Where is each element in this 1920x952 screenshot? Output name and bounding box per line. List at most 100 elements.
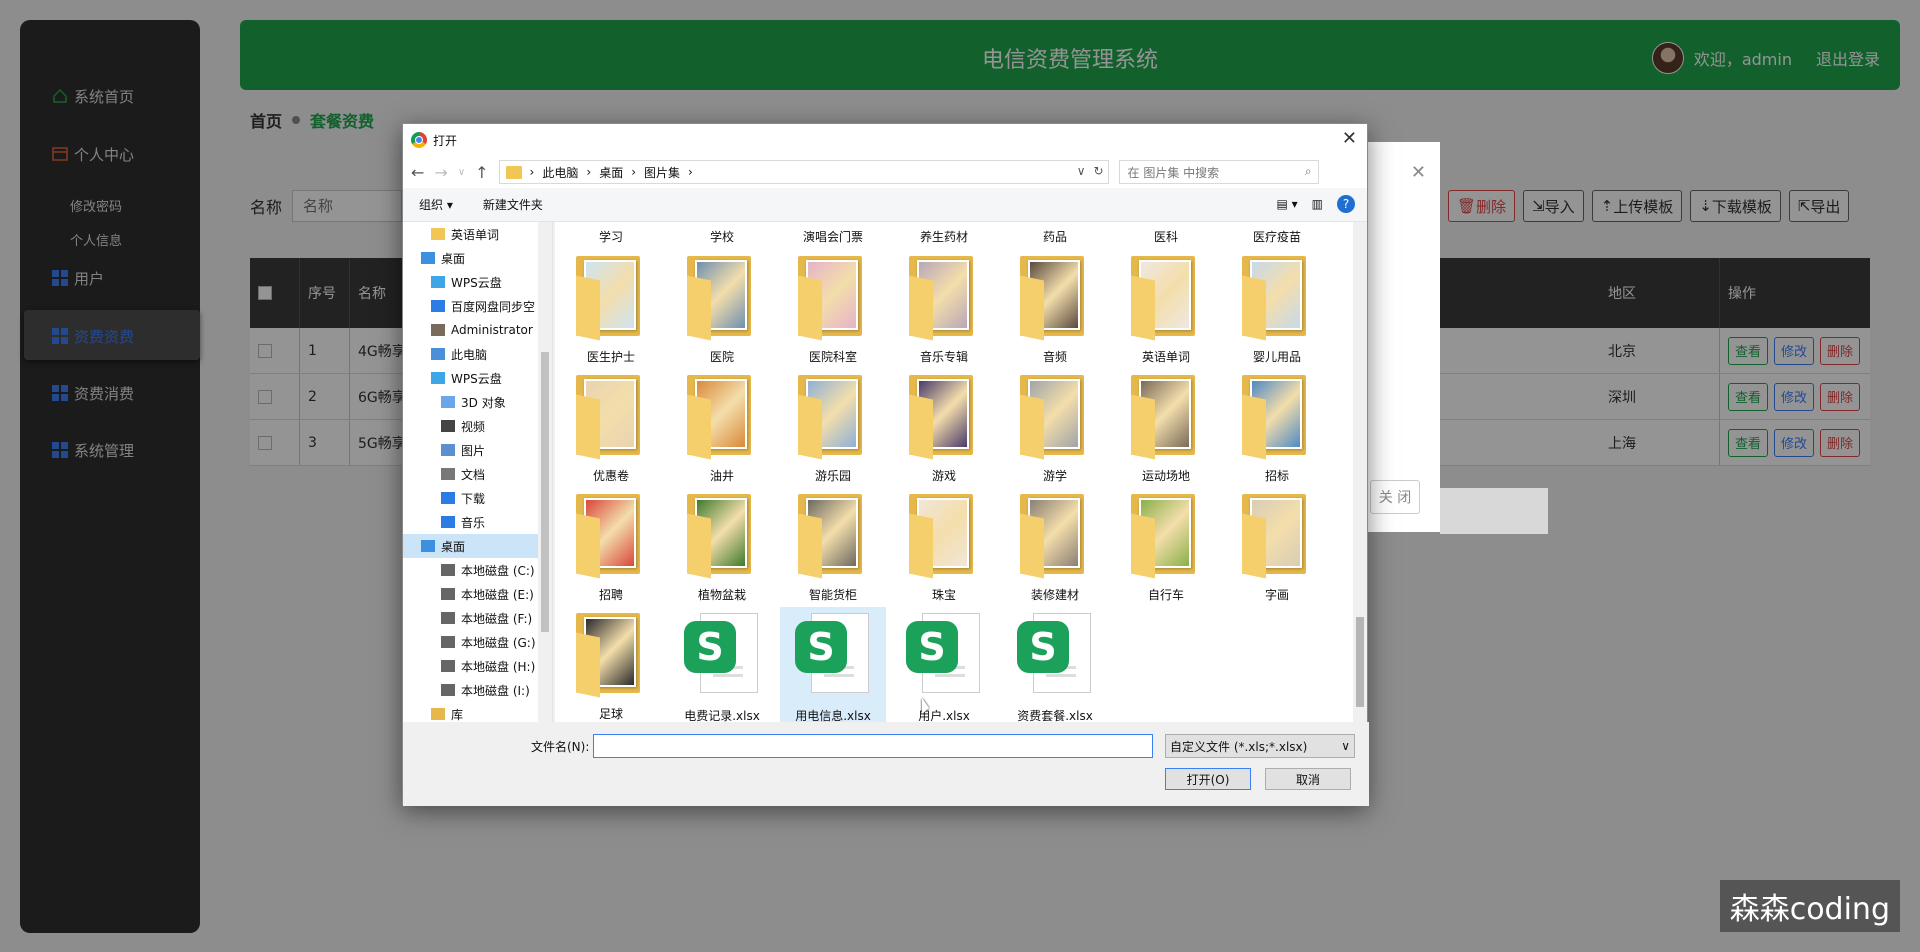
nav-item[interactable]: 桌面 xyxy=(403,534,552,558)
folder-item[interactable]: 游乐园 xyxy=(780,369,886,487)
nav-item[interactable]: 百度网盘同步空 xyxy=(403,294,552,318)
path-segment-desktop[interactable]: 桌面 xyxy=(599,164,623,181)
nav-item[interactable]: 库 xyxy=(403,702,552,722)
folder-label: 音乐专辑 xyxy=(919,350,968,364)
folder-item[interactable]: 珠宝 xyxy=(891,488,997,606)
partial-folder-label[interactable]: 医疗疫苗 xyxy=(1227,228,1327,245)
nav-item-label: 本地磁盘 (F:) xyxy=(461,611,533,626)
xlsx-file-item[interactable]: S 用户.xlsx xyxy=(891,607,997,722)
refresh-icon[interactable]: ↻ xyxy=(1093,164,1103,178)
back-arrow-icon[interactable]: ← xyxy=(411,163,424,182)
folder-label: 招聘 xyxy=(598,588,623,602)
folder-item[interactable]: 游戏 xyxy=(891,369,997,487)
folder-item[interactable]: 音乐专辑 xyxy=(891,250,997,368)
dialog-search-input[interactable]: 在 图片集 中搜索 ⌕ xyxy=(1118,160,1319,184)
folder-label: 自行车 xyxy=(1147,588,1184,602)
new-folder-button[interactable]: 新建文件夹 xyxy=(483,196,543,213)
spreadsheet-icon: S xyxy=(1017,613,1093,697)
forward-arrow-icon[interactable]: → xyxy=(434,163,447,182)
folder-item[interactable]: 招聘 xyxy=(558,488,664,606)
folder-item[interactable]: 医生护士 xyxy=(558,250,664,368)
folder-label: 招标 xyxy=(1264,469,1289,483)
folder-item[interactable]: 足球 xyxy=(558,607,664,722)
nav-item[interactable]: WPS云盘 xyxy=(403,270,552,294)
path-dropdown-icon[interactable]: ∨ xyxy=(1077,164,1086,178)
partial-folder-label[interactable]: 药品 xyxy=(1005,228,1105,245)
nav-item[interactable]: Administrator xyxy=(403,318,552,342)
file-scroll-thumb[interactable] xyxy=(1356,617,1364,707)
folder-item[interactable]: 优惠卷 xyxy=(558,369,664,487)
nav-item[interactable]: WPS云盘 xyxy=(403,366,552,390)
nav-item[interactable]: 本地磁盘 (H:) xyxy=(403,654,552,678)
folder-item[interactable]: 英语单词 xyxy=(1113,250,1219,368)
nav-item[interactable]: 音乐 xyxy=(403,510,552,534)
nav-item[interactable]: 文档 xyxy=(403,462,552,486)
xlsx-file-item[interactable]: S 用电信息.xlsx xyxy=(780,607,886,722)
open-button[interactable]: 打开(O) xyxy=(1165,768,1251,790)
nav-item[interactable]: 3D 对象 xyxy=(403,390,552,414)
nav-item[interactable]: 视频 xyxy=(403,414,552,438)
nav-item-label: 图片 xyxy=(461,443,486,458)
path-box[interactable]: › 此电脑 › 桌面 › 图片集 › ∨ ↻ xyxy=(498,160,1109,184)
cloud-icon xyxy=(431,276,445,288)
modal-close-icon[interactable]: ✕ xyxy=(1411,162,1426,183)
folder-item[interactable]: 装修建材 xyxy=(1002,488,1108,606)
nav-item[interactable]: 下载 xyxy=(403,486,552,510)
folder-icon xyxy=(576,613,646,698)
nav-item[interactable]: 英语单词 xyxy=(403,222,552,246)
nav-item[interactable]: 此电脑 xyxy=(403,342,552,366)
folder-item[interactable]: 运动场地 xyxy=(1113,369,1219,487)
nav-item[interactable]: 本地磁盘 (I:) xyxy=(403,678,552,702)
xlsx-file-item[interactable]: S 电费记录.xlsx xyxy=(669,607,775,722)
path-segment-pc[interactable]: 此电脑 xyxy=(542,164,578,181)
folder-item[interactable]: 油井 xyxy=(669,369,775,487)
user-icon xyxy=(431,324,445,336)
folder-item[interactable]: 招标 xyxy=(1224,369,1330,487)
folder-item[interactable]: 游学 xyxy=(1002,369,1108,487)
drive-icon xyxy=(441,588,455,600)
drive-icon xyxy=(441,636,455,648)
folder-item[interactable]: 音频 xyxy=(1002,250,1108,368)
nav-item[interactable]: 本地磁盘 (G:) xyxy=(403,630,552,654)
cancel-button[interactable]: 取消 xyxy=(1265,768,1351,790)
nav-item[interactable]: 本地磁盘 (E:) xyxy=(403,582,552,606)
nav-scroll-thumb[interactable] xyxy=(541,352,549,632)
folder-item[interactable]: 自行车 xyxy=(1113,488,1219,606)
filetype-select[interactable]: 自定义文件 (*.xls;*.xlsx) ∨ xyxy=(1165,734,1355,758)
folder-item[interactable]: 医院科室 xyxy=(780,250,886,368)
folder-item[interactable]: 植物盆栽 xyxy=(669,488,775,606)
folder-label: 音频 xyxy=(1042,350,1067,364)
path-segment-pictures[interactable]: 图片集 xyxy=(644,164,680,181)
nav-scrollbar[interactable] xyxy=(538,222,552,722)
preview-pane-icon[interactable]: ▥ xyxy=(1312,197,1323,211)
up-arrow-icon[interactable]: ↑ xyxy=(475,163,488,182)
dialog-close-icon[interactable]: ✕ xyxy=(1342,128,1357,149)
partial-folder-label[interactable]: 学习 xyxy=(561,228,661,245)
folder-icon xyxy=(505,165,522,179)
spreadsheet-icon: S xyxy=(906,613,982,697)
filename-input[interactable] xyxy=(593,734,1154,758)
file-scrollbar[interactable] xyxy=(1353,222,1367,722)
nav-item[interactable]: 桌面 xyxy=(403,246,552,270)
partial-folder-label[interactable]: 养生药材 xyxy=(894,228,994,245)
nav-item[interactable]: 图片 xyxy=(403,438,552,462)
partial-folder-label[interactable]: 学校 xyxy=(672,228,772,245)
chrome-icon xyxy=(411,132,427,148)
organize-button[interactable]: 组织 ▾ xyxy=(419,196,453,213)
folder-item[interactable]: 字画 xyxy=(1224,488,1330,606)
nav-item-label: 文档 xyxy=(461,467,486,482)
folder-icon xyxy=(1020,256,1090,341)
folder-item[interactable]: 医院 xyxy=(669,250,775,368)
nav-item[interactable]: 本地磁盘 (F:) xyxy=(403,606,552,630)
xlsx-file-item[interactable]: S 资费套餐.xlsx xyxy=(1002,607,1108,722)
help-icon[interactable]: ? xyxy=(1337,195,1355,213)
partial-folder-label[interactable]: 演唱会门票 xyxy=(783,228,883,245)
filename-label: 文件名(N): xyxy=(531,739,590,754)
modal-close-button[interactable]: 关 闭 xyxy=(1370,480,1420,514)
recent-chevron-icon[interactable]: ∨ xyxy=(458,167,465,178)
nav-item[interactable]: 本地磁盘 (C:) xyxy=(403,558,552,582)
folder-item[interactable]: 智能货柜 xyxy=(780,488,886,606)
folder-item[interactable]: 婴儿用品 xyxy=(1224,250,1330,368)
view-mode-icon[interactable]: ▤ ▾ xyxy=(1276,197,1297,211)
partial-folder-label[interactable]: 医科 xyxy=(1116,228,1216,245)
